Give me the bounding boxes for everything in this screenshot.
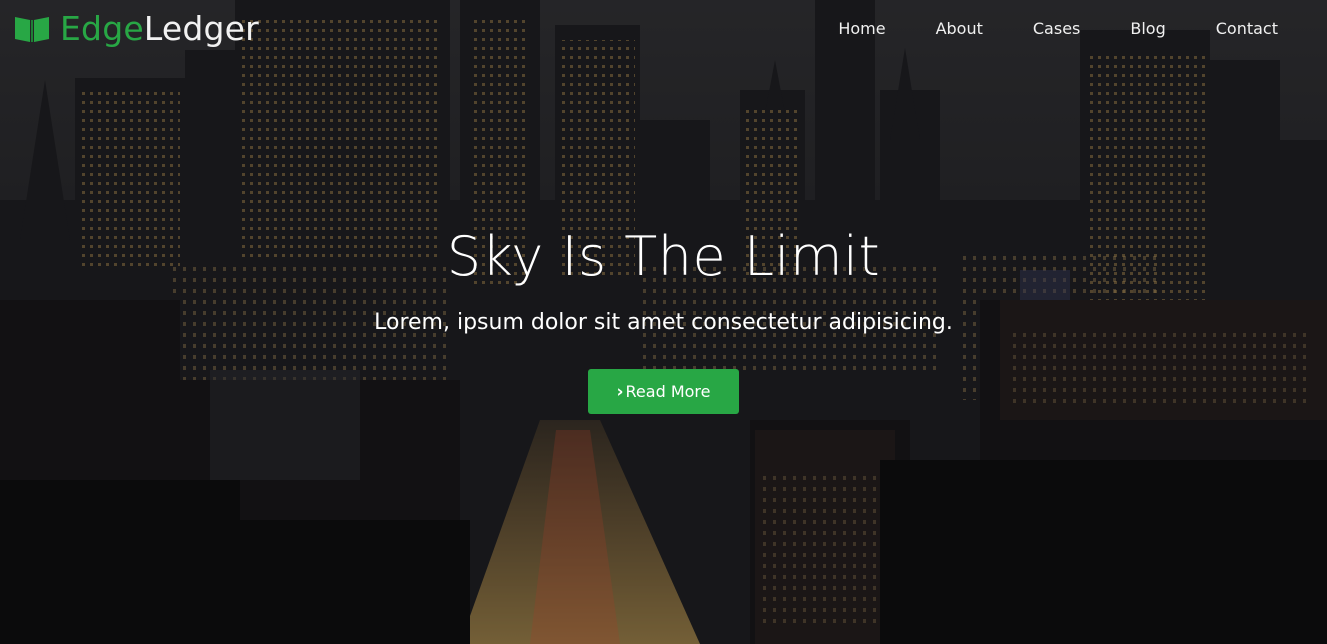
nav-menu: Home About Cases Blog Contact — [788, 19, 1278, 38]
hero-content: Sky Is The Limit Lorem, ipsum dolor sit … — [0, 222, 1327, 414]
read-more-button[interactable]: › Read More — [588, 369, 739, 414]
nav-link-home[interactable]: Home — [838, 19, 885, 38]
brand-name: EdgeLedger — [60, 9, 259, 48]
brand-name-ledger: Ledger — [143, 8, 259, 48]
brand-logo-link[interactable]: EdgeLedger — [14, 9, 259, 48]
nav-link-cases[interactable]: Cases — [1033, 19, 1081, 38]
nav-item: About — [936, 19, 983, 38]
nav-item: Contact — [1216, 19, 1278, 38]
chevron-right-icon: › — [616, 381, 624, 402]
nav-link-contact[interactable]: Contact — [1216, 19, 1278, 38]
read-more-label: Read More — [625, 382, 711, 401]
open-book-icon — [15, 17, 49, 42]
hero-subtitle: Lorem, ipsum dolor sit amet consectetur … — [374, 310, 953, 335]
nav-item: Cases — [1033, 19, 1081, 38]
navbar: EdgeLedger Home About Cases Blog Contact — [0, 0, 1327, 56]
hero-title: Sky Is The Limit — [446, 225, 881, 288]
brand-name-edge: Edge — [60, 8, 144, 48]
nav-item: Home — [838, 19, 885, 38]
nav-link-about[interactable]: About — [936, 19, 983, 38]
nav-item: Blog — [1130, 19, 1165, 38]
nav-link-blog[interactable]: Blog — [1130, 19, 1165, 38]
